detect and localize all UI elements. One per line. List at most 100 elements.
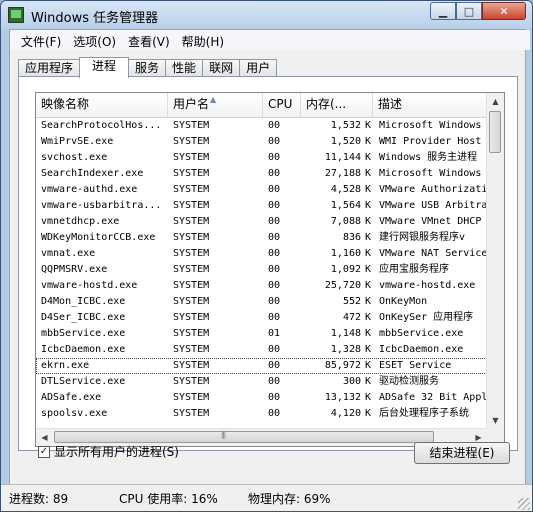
table-row[interactable]: QQPMSRV.exe SYSTEM 00 1,092 K 应用宝服务程序 [36,262,487,278]
user-name-cell: SYSTEM [173,248,210,259]
table-row[interactable]: vmnat.exe SYSTEM 00 1,160 K VMware NAT Servic… [36,246,487,262]
description-cell: 后台处理程序子系统 [379,408,469,419]
memory-unit-cell: K [365,216,372,227]
menu-view[interactable]: 查看(V) [122,30,176,50]
table-row[interactable]: vmnetdhcp.exe SYSTEM 00 7,088 K VMware VMnet … [36,214,487,230]
process-name-cell: D4Ser_ICBC.exe [41,312,126,323]
memory-cell: 1,148 [330,328,361,339]
minimize-button[interactable]: ▁ [430,2,456,20]
description-cell: ADSafe 32 Bit Appli [379,392,487,403]
cpu-cell: 00 [268,280,281,291]
cpu-cell: 00 [268,248,281,259]
cpu-cell: 00 [268,392,281,403]
status-cpu-usage: CPU 使用率: 16% [119,492,218,506]
table-row[interactable]: ekrn.exe SYSTEM 00 85,972 K ESET Service [36,358,487,374]
table-row[interactable]: mbbService.exe SYSTEM 01 1,148 KmbbService.e… [36,326,487,342]
title-bar[interactable]: Windows 任务管理器 ▁ □ ✕ [1,1,532,29]
column-description[interactable]: 描述 [373,93,487,117]
table-row[interactable]: D4Ser_ICBC.exe SYSTEM 00 472 K OnKeySer 应用程序 [36,310,487,326]
cpu-cell: 01 [268,328,281,339]
tab-performance[interactable]: 性能 [165,59,204,77]
table-row[interactable]: IcbcDaemon.exe SYSTEM 00 1,328 K IcbcDaemon.e… [36,342,487,358]
show-all-users-option[interactable]: ✓ 显示所有用户的进程(S) [38,443,179,460]
memory-unit-cell: K [365,264,372,275]
memory-cell: 300 [342,376,361,387]
status-process-count: 进程数: 89 [9,492,69,506]
user-name-cell: SYSTEM [173,216,210,227]
cpu-cell: 00 [268,152,281,163]
resize-grip-icon[interactable] [518,498,530,510]
description-cell: Microsoft Windows S [379,120,487,131]
memory-unit-cell: K [365,184,372,195]
table-row[interactable]: svchost.exe SYSTEM 00 11,144 K Windows 服务主进程 [36,150,487,166]
cpu-cell: 00 [268,184,281,195]
process-name-cell: vmnetdhcp.exe [41,216,120,227]
user-name-cell: SYSTEM [173,360,210,371]
cpu-cell: 00 [268,168,281,179]
description-cell: Windows 服务主进程 [379,152,478,163]
table-row[interactable]: SearchProtocolHos... SYSTEM 00 1,532 K Micros… [36,118,487,134]
user-name-cell: SYSTEM [173,280,210,291]
table-row[interactable]: D4Mon_ICBC.exe SYSTEM 00 552 K OnKeyMon [36,294,487,310]
process-list[interactable]: 映像名称 用户名 ▲ CPU 内存(... 描述 SearchProtocolHo… [35,92,505,447]
client-area: 文件(F) 选项(O) 查看(V) 帮助(H) 应用程序 进程 服务 性能 联网… [9,29,530,505]
show-all-users-checkbox[interactable]: ✓ [38,445,50,458]
tab-applications[interactable]: 应用程序 [18,59,81,77]
table-row[interactable]: ADSafe.exe SYSTEM 00 13,132 K ADSafe 32 Bit A… [36,390,487,406]
column-memory[interactable]: 内存(... [301,93,373,117]
description-cell: mbbService.exe [379,328,464,339]
process-name-cell: spoolsv.exe [41,408,108,419]
scroll-up-arrow-icon[interactable]: ▲ [487,93,504,110]
menu-file[interactable]: 文件(F) [15,30,67,50]
description-cell: vmware-hostd.exe [379,280,476,291]
table-row[interactable]: DTLService.exe SYSTEM 00 300 K 驱动检测服务 [36,374,487,390]
menu-help[interactable]: 帮助(H) [176,30,230,50]
vertical-scrollbar[interactable]: ▲ ▼ [486,93,504,429]
column-cpu[interactable]: CPU [263,93,301,117]
user-name-cell: SYSTEM [173,168,210,179]
cpu-cell: 00 [268,360,281,371]
column-image-name[interactable]: 映像名称 [36,93,168,117]
vertical-scroll-thumb[interactable] [489,111,501,153]
user-name-cell: SYSTEM [173,232,210,243]
table-row[interactable]: SearchIndexer.exe SYSTEM 00 27,188 K Microsof… [36,166,487,182]
tab-processes[interactable]: 进程 [79,57,130,78]
table-row[interactable]: spoolsv.exe SYSTEM 00 4,120 K 后台处理程序子系统 [36,406,487,422]
process-name-cell: mbbService.exe [41,328,126,339]
tab-networking[interactable]: 联网 [202,59,241,77]
process-rows: SearchProtocolHos... SYSTEM 00 1,532 K Micros… [36,118,487,422]
table-row[interactable]: vmware-usbarbitra... SYSTEM 00 1,564 K VMware… [36,198,487,214]
column-user-name[interactable]: 用户名 ▲ [168,93,263,117]
table-row[interactable]: vmware-authd.exe SYSTEM 00 4,528 K VMware Aut… [36,182,487,198]
memory-unit-cell: K [365,360,372,371]
process-name-cell: IcbcDaemon.exe [41,344,126,355]
memory-unit-cell: K [365,200,372,211]
memory-unit-cell: K [365,232,372,243]
status-bar: 进程数: 89 CPU 使用率: 16% 物理内存: 69% [1,484,532,511]
sort-indicator-icon: ▲ [210,95,217,104]
table-row[interactable]: vmware-hostd.exe SYSTEM 00 25,720 Kvmware-ho… [36,278,487,294]
process-name-cell: vmware-authd.exe [41,184,138,195]
horizontal-scroll-thumb[interactable] [54,431,434,443]
close-button[interactable]: ✕ [482,2,526,20]
minimize-icon: ▁ [438,4,448,18]
user-name-cell: SYSTEM [173,312,210,323]
memory-unit-cell: K [365,120,372,131]
memory-cell: 4,528 [330,184,361,195]
end-process-button[interactable]: 结束进程(E) [414,442,510,464]
maximize-button[interactable]: □ [456,2,482,20]
process-name-cell: WDKeyMonitorCCB.exe [41,232,156,243]
scroll-down-arrow-icon[interactable]: ▼ [487,412,504,429]
memory-unit-cell: K [365,248,372,259]
user-name-cell: SYSTEM [173,120,210,131]
table-row[interactable]: WmiPrvSE.exe SYSTEM 00 1,520 K WMI Provider H… [36,134,487,150]
memory-unit-cell: K [365,392,372,403]
tab-services[interactable]: 服务 [128,59,167,77]
memory-cell: 836 [342,232,361,243]
process-name-cell: ekrn.exe [41,360,90,371]
tab-users[interactable]: 用户 [239,59,278,77]
show-all-users-label[interactable]: 显示所有用户的进程(S) [54,443,179,460]
user-name-cell: SYSTEM [173,184,210,195]
table-row[interactable]: WDKeyMonitorCCB.exe SYSTEM 00 836 K 建行网银服务程序v [36,230,487,246]
menu-options[interactable]: 选项(O) [67,30,122,50]
